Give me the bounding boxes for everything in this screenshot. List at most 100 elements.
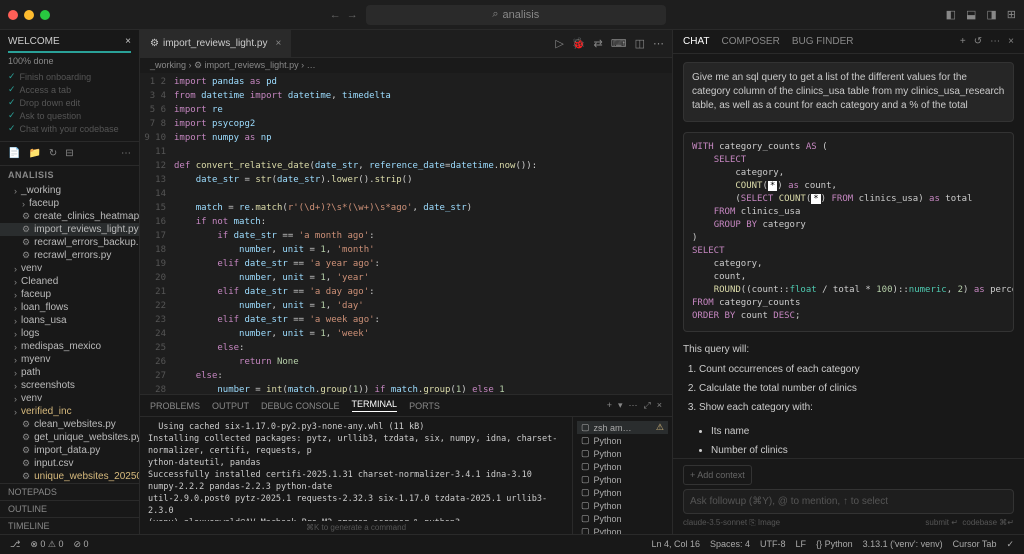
layout-right-icon[interactable]: ◨ [986,8,996,21]
tree-item[interactable]: ⚙import_data.py [0,444,139,457]
new-folder-icon[interactable]: 📁 [28,148,40,159]
tree-item[interactable]: ⚙create_clinics_heatmap.py [0,210,139,223]
ai-tab-bugfinder[interactable]: BUG FINDER [792,36,854,47]
terminal-tab[interactable]: DEBUG CONSOLE [261,401,340,411]
tab-close-icon[interactable]: × [275,38,281,49]
collapse-icon[interactable]: ⊟ [65,148,73,159]
welcome-item[interactable]: ✓Ask to question [8,109,131,122]
minimize-window[interactable] [24,10,34,20]
tree-item[interactable]: ›loan_flows [0,301,139,314]
terminal-instance[interactable]: ▢Python [577,447,668,460]
nav-back-icon[interactable]: ← [330,9,341,21]
terminal-add-icon[interactable]: + [607,400,612,411]
code-content[interactable]: import pandas as pd from datetime import… [174,73,672,394]
terminal-tab[interactable]: OUTPUT [212,401,249,411]
welcome-item[interactable]: ✓Drop down edit [8,96,131,109]
tree-item[interactable]: ⚙input.csv [0,457,139,470]
close-window[interactable] [8,10,18,20]
customize-layout-icon[interactable]: ⊞ [1007,8,1016,21]
welcome-item[interactable]: ✓Access a tab [8,83,131,96]
tree-item[interactable]: ›venv [0,392,139,405]
terminal-instance[interactable]: ▢Python [577,499,668,512]
tree-item[interactable]: ⚙unique_websites_20250207_004… [0,470,139,483]
explorer-header[interactable]: ANALISIS [0,166,139,184]
keyboard-icon[interactable]: ⌨ [611,37,627,50]
ai-new-chat-icon[interactable]: + [960,36,966,47]
debug-icon[interactable]: 🐞 [572,37,586,50]
status-item[interactable]: Cursor Tab [953,539,997,550]
status-item[interactable]: ⎇ [10,539,20,550]
terminal-more-icon[interactable]: ⋯ [629,400,638,411]
more-icon[interactable]: ⋯ [653,37,664,50]
tree-item[interactable]: ›logs [0,327,139,340]
tree-item[interactable]: ›medispas_mexico [0,340,139,353]
terminal-close-icon[interactable]: × [657,400,662,411]
terminal-instance[interactable]: ▢Python [577,486,668,499]
add-context-button[interactable]: + Add context [683,465,752,485]
status-item[interactable]: {} Python [816,539,853,550]
status-item[interactable]: UTF-8 [760,539,786,550]
terminal-dropdown-icon[interactable]: ▾ [618,400,623,411]
tree-item[interactable]: ›Cleaned [0,275,139,288]
submit-button[interactable]: submit ↵ [925,518,958,527]
status-item[interactable]: Ln 4, Col 16 [651,539,700,550]
terminal-tab[interactable]: PORTS [409,401,440,411]
terminal-instance[interactable]: ▢Python [577,473,668,486]
welcome-item[interactable]: ✓Chat with your codebase [8,122,131,135]
new-file-icon[interactable]: 📄 [8,148,20,159]
terminal-tab[interactable]: PROBLEMS [150,401,200,411]
layout-bottom-icon[interactable]: ⬓ [966,8,976,21]
model-selector[interactable]: claude-3.5-sonnet ⎘ Image [683,518,780,528]
status-item[interactable]: Spaces: 4 [710,539,750,550]
tree-item[interactable]: ›loans_usa [0,314,139,327]
terminal-instance[interactable]: ▢Python [577,460,668,473]
terminal-instance[interactable]: ▢Python [577,512,668,525]
tree-item[interactable]: ›venv [0,262,139,275]
ai-more-icon[interactable]: ⋯ [990,36,1000,47]
ai-close-icon[interactable]: × [1008,36,1014,47]
breadcrumb[interactable]: _working › ⚙ import_reviews_light.py › … [140,58,672,73]
tree-item[interactable]: ⚙import_reviews_light.py [0,223,139,236]
run-icon[interactable]: ▷ [555,37,563,50]
maximize-window[interactable] [40,10,50,20]
sql-code-block[interactable]: WITH category_counts AS ( SELECT categor… [683,132,1014,332]
editor-tab[interactable]: ⚙ import_reviews_light.py × [140,30,291,57]
tree-item[interactable]: ›verified_inc [0,405,139,418]
terminal-tab[interactable]: TERMINAL [352,399,398,412]
tree-item[interactable]: ⚙recrawl_errors_backup.py [0,236,139,249]
layout-left-icon[interactable]: ◧ [946,8,956,21]
tree-item[interactable]: ›faceup [0,197,139,210]
diff-icon[interactable]: ⇄ [593,37,602,50]
outline-section[interactable]: OUTLINE [0,500,139,517]
tree-item[interactable]: ›_working [0,184,139,197]
status-item[interactable]: LF [796,539,807,550]
split-icon[interactable]: ◫ [635,37,645,50]
ai-input[interactable]: Ask followup (⌘Y), @ to mention, ↑ to se… [683,489,1014,514]
status-item[interactable]: ✓ [1006,539,1014,550]
ai-history-icon[interactable]: ↺ [974,36,982,47]
terminal-instance[interactable]: ▢zsh am…⚠ [577,421,668,434]
ai-tab-chat[interactable]: CHAT [683,36,709,47]
status-item[interactable]: ⊘ 0 [74,539,89,550]
tree-item[interactable]: ›faceup [0,288,139,301]
terminal-instance[interactable]: ▢Python [577,525,668,534]
nav-forward-icon[interactable]: → [347,9,358,21]
welcome-item[interactable]: ✓Finish onboarding [8,70,131,83]
tree-item[interactable]: ›screenshots [0,379,139,392]
tree-item[interactable]: ⚙get_unique_websites.py [0,431,139,444]
timeline-section[interactable]: TIMELINE [0,517,139,534]
tree-item[interactable]: ⚙recrawl_errors.py [0,249,139,262]
tree-item[interactable]: ⚙clean_websites.py [0,418,139,431]
codebase-button[interactable]: codebase ⌘↵ [962,518,1014,527]
tree-item[interactable]: ›path [0,366,139,379]
command-center[interactable]: ⌕ analisis [366,5,666,25]
terminal-maximize-icon[interactable]: ⤢ [644,400,651,411]
terminal-instance[interactable]: ▢Python [577,434,668,447]
tree-item[interactable]: ›myenv [0,353,139,366]
notepads-section[interactable]: NOTEPADS [0,483,139,500]
welcome-close-icon[interactable]: × [125,36,131,47]
explorer-more-icon[interactable]: ⋯ [121,148,131,159]
terminal-output[interactable]: Using cached six-1.17.0-py2.py3-none-any… [140,417,572,521]
status-item[interactable]: 3.13.1 ('venv': venv) [863,539,943,550]
ai-tab-composer[interactable]: COMPOSER [721,36,779,47]
